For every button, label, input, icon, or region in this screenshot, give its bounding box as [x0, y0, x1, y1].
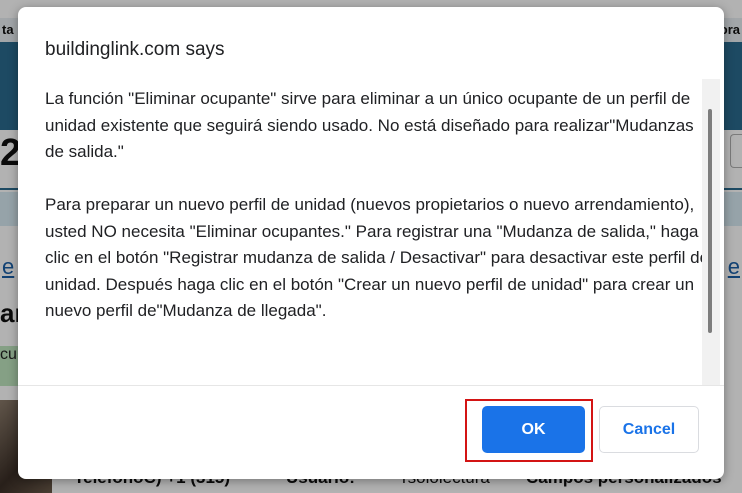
dialog-footer: OK Cancel — [18, 386, 724, 479]
dialog-paragraph-2: Para preparar un nuevo perfil de unidad … — [45, 195, 710, 320]
scrollbar-thumb[interactable] — [708, 109, 712, 333]
ok-button[interactable]: OK — [482, 406, 585, 453]
dialog-paragraph-1: La función "Eliminar ocupante" sirve par… — [45, 89, 694, 161]
dialog-scrollbar[interactable] — [702, 79, 720, 385]
dialog-message: La función "Eliminar ocupante" sirve par… — [45, 86, 713, 386]
cancel-button[interactable]: Cancel — [599, 406, 699, 453]
dialog-title: buildinglink.com says — [45, 39, 225, 60]
alert-dialog: buildinglink.com says La función "Elimin… — [18, 7, 724, 479]
